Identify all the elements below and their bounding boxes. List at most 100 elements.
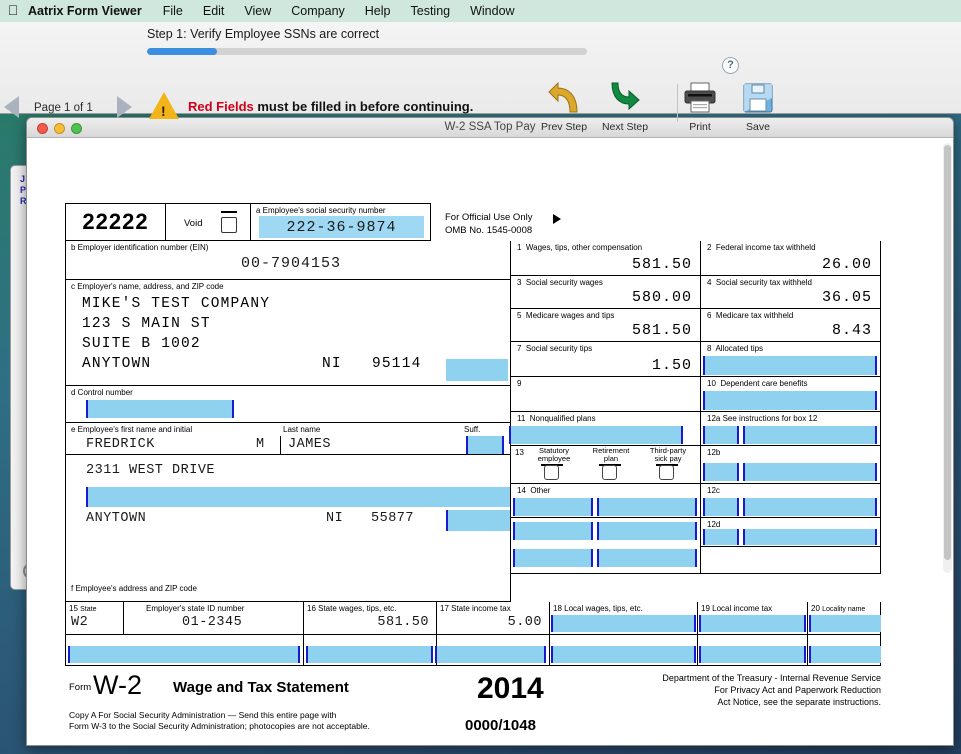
menu-item-view[interactable]: View — [234, 4, 281, 18]
box-18-field[interactable] — [551, 615, 696, 632]
box-9-cell[interactable]: 9 — [511, 377, 701, 412]
employer-line-3: SUITE B 1002 — [82, 336, 201, 352]
box-13-third-party-sick-pay-checkbox[interactable] — [659, 465, 674, 480]
employee-name-cell[interactable]: e Employee's first name and initial Last… — [65, 423, 511, 455]
state-row2-field-6[interactable] — [809, 646, 881, 663]
box-14-row3-cell[interactable] — [511, 547, 701, 574]
box-13-retirement-plan-checkbox[interactable] — [602, 465, 617, 480]
box-14-amount-field-2[interactable] — [597, 522, 697, 540]
box-10-field[interactable] — [703, 391, 877, 410]
menu-item-help[interactable]: Help — [355, 4, 401, 18]
box-14-amount-field-3[interactable] — [597, 549, 697, 567]
box-12b-code-field[interactable] — [703, 463, 739, 481]
menu-item-file[interactable]: File — [153, 4, 193, 18]
employee-address-line2-field[interactable] — [86, 487, 510, 507]
box-14-label-field-3[interactable] — [513, 549, 593, 567]
employee-address-cell[interactable]: 2311 WEST DRIVE ANYTOWN NI 55877 f Emplo… — [65, 455, 511, 602]
box-20-field[interactable] — [809, 615, 881, 632]
box-17-caption: 17 State income tax — [440, 604, 511, 613]
box-14-label-field-2[interactable] — [513, 522, 593, 540]
box-9-caption: 9 — [517, 379, 522, 388]
box-15-state-cell[interactable]: 15 State W2 — [66, 602, 124, 634]
box-12d-amount-field[interactable] — [743, 529, 877, 545]
menu-item-company[interactable]: Company — [281, 4, 355, 18]
employer-country-field[interactable] — [446, 359, 508, 381]
apple-logo-icon[interactable]:  — [0, 3, 26, 19]
menu-item-edit[interactable]: Edit — [193, 4, 235, 18]
state-row2-box20-cell[interactable] — [808, 635, 881, 665]
box-6-cell[interactable]: 6 Medicare tax withheld 8.43 — [701, 309, 881, 342]
control-number-field[interactable] — [86, 400, 234, 418]
box-8-field[interactable] — [703, 356, 877, 375]
state-row2-box19-cell[interactable] — [698, 635, 808, 665]
box-14-cell[interactable]: 14 Other — [511, 484, 701, 518]
help-button[interactable]: ? — [722, 57, 739, 74]
employer-cell[interactable]: c Employer's name, address, and ZIP code… — [65, 280, 511, 386]
prev-step-button[interactable]: Prev Step — [533, 81, 595, 133]
state-row2-state-id-cell[interactable] — [66, 635, 304, 665]
ssn-cell[interactable]: a Employee's social security number 222-… — [250, 203, 431, 241]
box-14-row2-cell[interactable] — [511, 518, 701, 547]
employer-state-id-cell[interactable]: Employer's state ID number 01-2345 — [124, 602, 304, 634]
box-14-amount-field-1[interactable] — [597, 498, 697, 516]
box-11-cell[interactable]: 11 Nonqualified plans — [509, 412, 701, 446]
control-number-cell[interactable]: d Control number — [65, 386, 511, 423]
box-17-cell[interactable]: 17 State income tax 5.00 — [437, 602, 550, 634]
box-5-cell[interactable]: 5 Medicare wages and tips 581.50 — [511, 309, 701, 342]
document-canvas[interactable]: 22222 Void a Employee's social security … — [27, 139, 953, 745]
box-12a-cell[interactable]: 12a See instructions for box 12 — [701, 412, 881, 446]
state-row2-field-4[interactable] — [551, 646, 696, 663]
box-3-cell[interactable]: 3 Social security wages 580.00 — [511, 276, 701, 309]
box-12d-code-field[interactable] — [703, 529, 739, 545]
menu-app-name[interactable]: Aatrix Form Viewer — [26, 4, 153, 18]
menu-item-window[interactable]: Window — [460, 4, 524, 18]
box-10-cell[interactable]: 10 Dependent care benefits — [701, 377, 881, 412]
state-row2-field-5[interactable] — [699, 646, 806, 663]
prev-page-arrow-icon[interactable] — [4, 96, 19, 118]
window-titlebar[interactable]: W-2 SSA Top Pay — [27, 118, 953, 138]
save-button[interactable]: Save — [727, 82, 789, 133]
box-12b-cell[interactable]: 12b — [701, 446, 881, 484]
next-step-button[interactable]: Next Step — [594, 82, 656, 133]
state-row2-box18-cell[interactable] — [550, 635, 698, 665]
box-20-cell[interactable]: 20 Locality name — [808, 602, 881, 634]
state-row2-field-1[interactable] — [68, 646, 300, 663]
box-12c-code-field[interactable] — [703, 498, 739, 516]
ein-cell[interactable]: b Employer identification number (EIN) 0… — [65, 241, 511, 280]
box-12c-amount-field[interactable] — [743, 498, 877, 516]
box-14-label-field-1[interactable] — [513, 498, 593, 516]
box-18-cell[interactable]: 18 Local wages, tips, etc. — [550, 602, 698, 634]
box-12a-amount-field[interactable] — [743, 426, 877, 444]
box-11-field[interactable] — [509, 426, 683, 444]
state-row2-field-2[interactable] — [306, 646, 433, 663]
box-12c-cell[interactable]: 12c — [701, 484, 881, 518]
box-12a-code-field[interactable] — [703, 426, 739, 444]
vertical-scrollbar-thumb[interactable] — [944, 145, 951, 560]
employee-last-caption: Last name — [283, 425, 321, 434]
ssn-field[interactable]: 222-36-9874 — [259, 216, 424, 238]
state-row2-box17-cell[interactable] — [435, 635, 550, 665]
box-12d-cell[interactable]: 12d — [701, 518, 881, 547]
box-4-cell[interactable]: 4 Social security tax withheld 36.05 — [701, 276, 881, 309]
box-1-value: 581.50 — [631, 256, 692, 273]
box-13-cell[interactable]: 13 Statutory employee Retirement plan Th… — [511, 446, 701, 484]
box-7-cell[interactable]: 7 Social security tips 1.50 — [511, 342, 701, 377]
box-19-field[interactable] — [699, 615, 806, 632]
next-page-arrow-icon[interactable] — [117, 96, 132, 118]
void-checkbox-cell[interactable]: Void — [165, 203, 250, 241]
box-16-cell[interactable]: 16 State wages, tips, etc. 581.50 — [304, 602, 437, 634]
void-checkbox[interactable] — [221, 217, 237, 233]
box-2-cell[interactable]: 2 Federal income tax withheld 26.00 — [701, 241, 881, 276]
print-button[interactable]: Print — [669, 82, 731, 133]
box-12b-amount-field[interactable] — [743, 463, 877, 481]
vertical-scrollbar[interactable] — [943, 143, 952, 573]
box-8-cell[interactable]: 8 Allocated tips — [701, 342, 881, 377]
state-row2-field-3[interactable] — [435, 646, 546, 663]
employee-country-field[interactable] — [446, 510, 510, 531]
box-1-cell[interactable]: 1 Wages, tips, other compensation 581.50 — [511, 241, 701, 276]
box-19-cell[interactable]: 19 Local income tax — [698, 602, 808, 634]
box-13-statutory-employee-checkbox[interactable] — [544, 465, 559, 480]
employee-suffix-field[interactable] — [466, 436, 504, 454]
state-row2-box16-cell[interactable] — [304, 635, 437, 665]
menu-item-testing[interactable]: Testing — [401, 4, 461, 18]
